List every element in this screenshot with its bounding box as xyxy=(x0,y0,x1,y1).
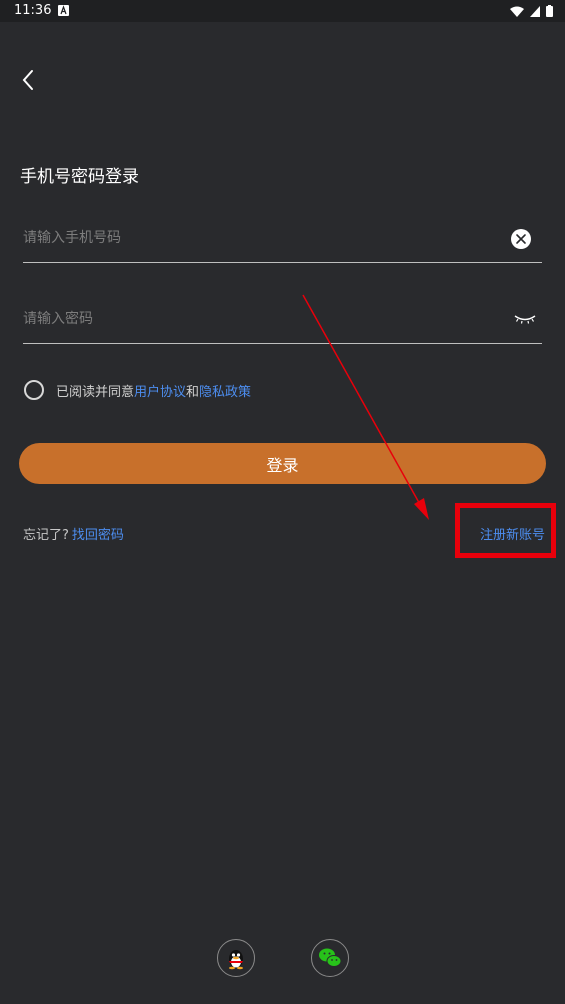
clear-icon[interactable] xyxy=(510,228,532,250)
agree-prefix: 已阅读并同意 xyxy=(56,384,135,400)
status-bar: 11:36 xyxy=(0,0,565,22)
password-field xyxy=(23,297,542,344)
status-icons xyxy=(510,4,553,18)
login-button[interactable]: 登录 xyxy=(19,443,546,484)
privacy-policy-link[interactable]: 隐私政策 xyxy=(199,381,251,400)
battery-icon xyxy=(546,5,553,17)
signal-icon xyxy=(530,5,540,17)
agreement-row: 已阅读并同意 用户协议 和 隐私政策 xyxy=(24,380,251,400)
wechat-login-button[interactable] xyxy=(311,939,349,977)
forgot-row: 忘记了? 找回密码 xyxy=(23,524,124,543)
back-button[interactable] xyxy=(16,66,44,94)
agree-checkbox[interactable] xyxy=(24,380,44,400)
user-agreement-link[interactable]: 用户协议 xyxy=(134,381,186,400)
phone-input[interactable] xyxy=(23,226,493,250)
page-title: 手机号密码登录 xyxy=(20,167,139,187)
wifi-icon xyxy=(510,6,524,17)
password-input[interactable] xyxy=(23,307,493,331)
agree-and: 和 xyxy=(186,384,200,400)
register-link[interactable]: 注册新账号 xyxy=(480,524,545,543)
phone-field xyxy=(23,216,542,263)
recover-password-link[interactable]: 找回密码 xyxy=(72,524,124,543)
forgot-prefix: 忘记了? xyxy=(23,528,69,543)
wechat-icon xyxy=(319,948,342,967)
status-time: 11:36 xyxy=(14,3,52,18)
qq-icon xyxy=(229,950,243,970)
qq-login-button[interactable] xyxy=(217,939,255,977)
annotation-arrow xyxy=(302,294,429,520)
notification-a-icon xyxy=(58,5,69,16)
eye-closed-icon[interactable] xyxy=(514,311,536,325)
